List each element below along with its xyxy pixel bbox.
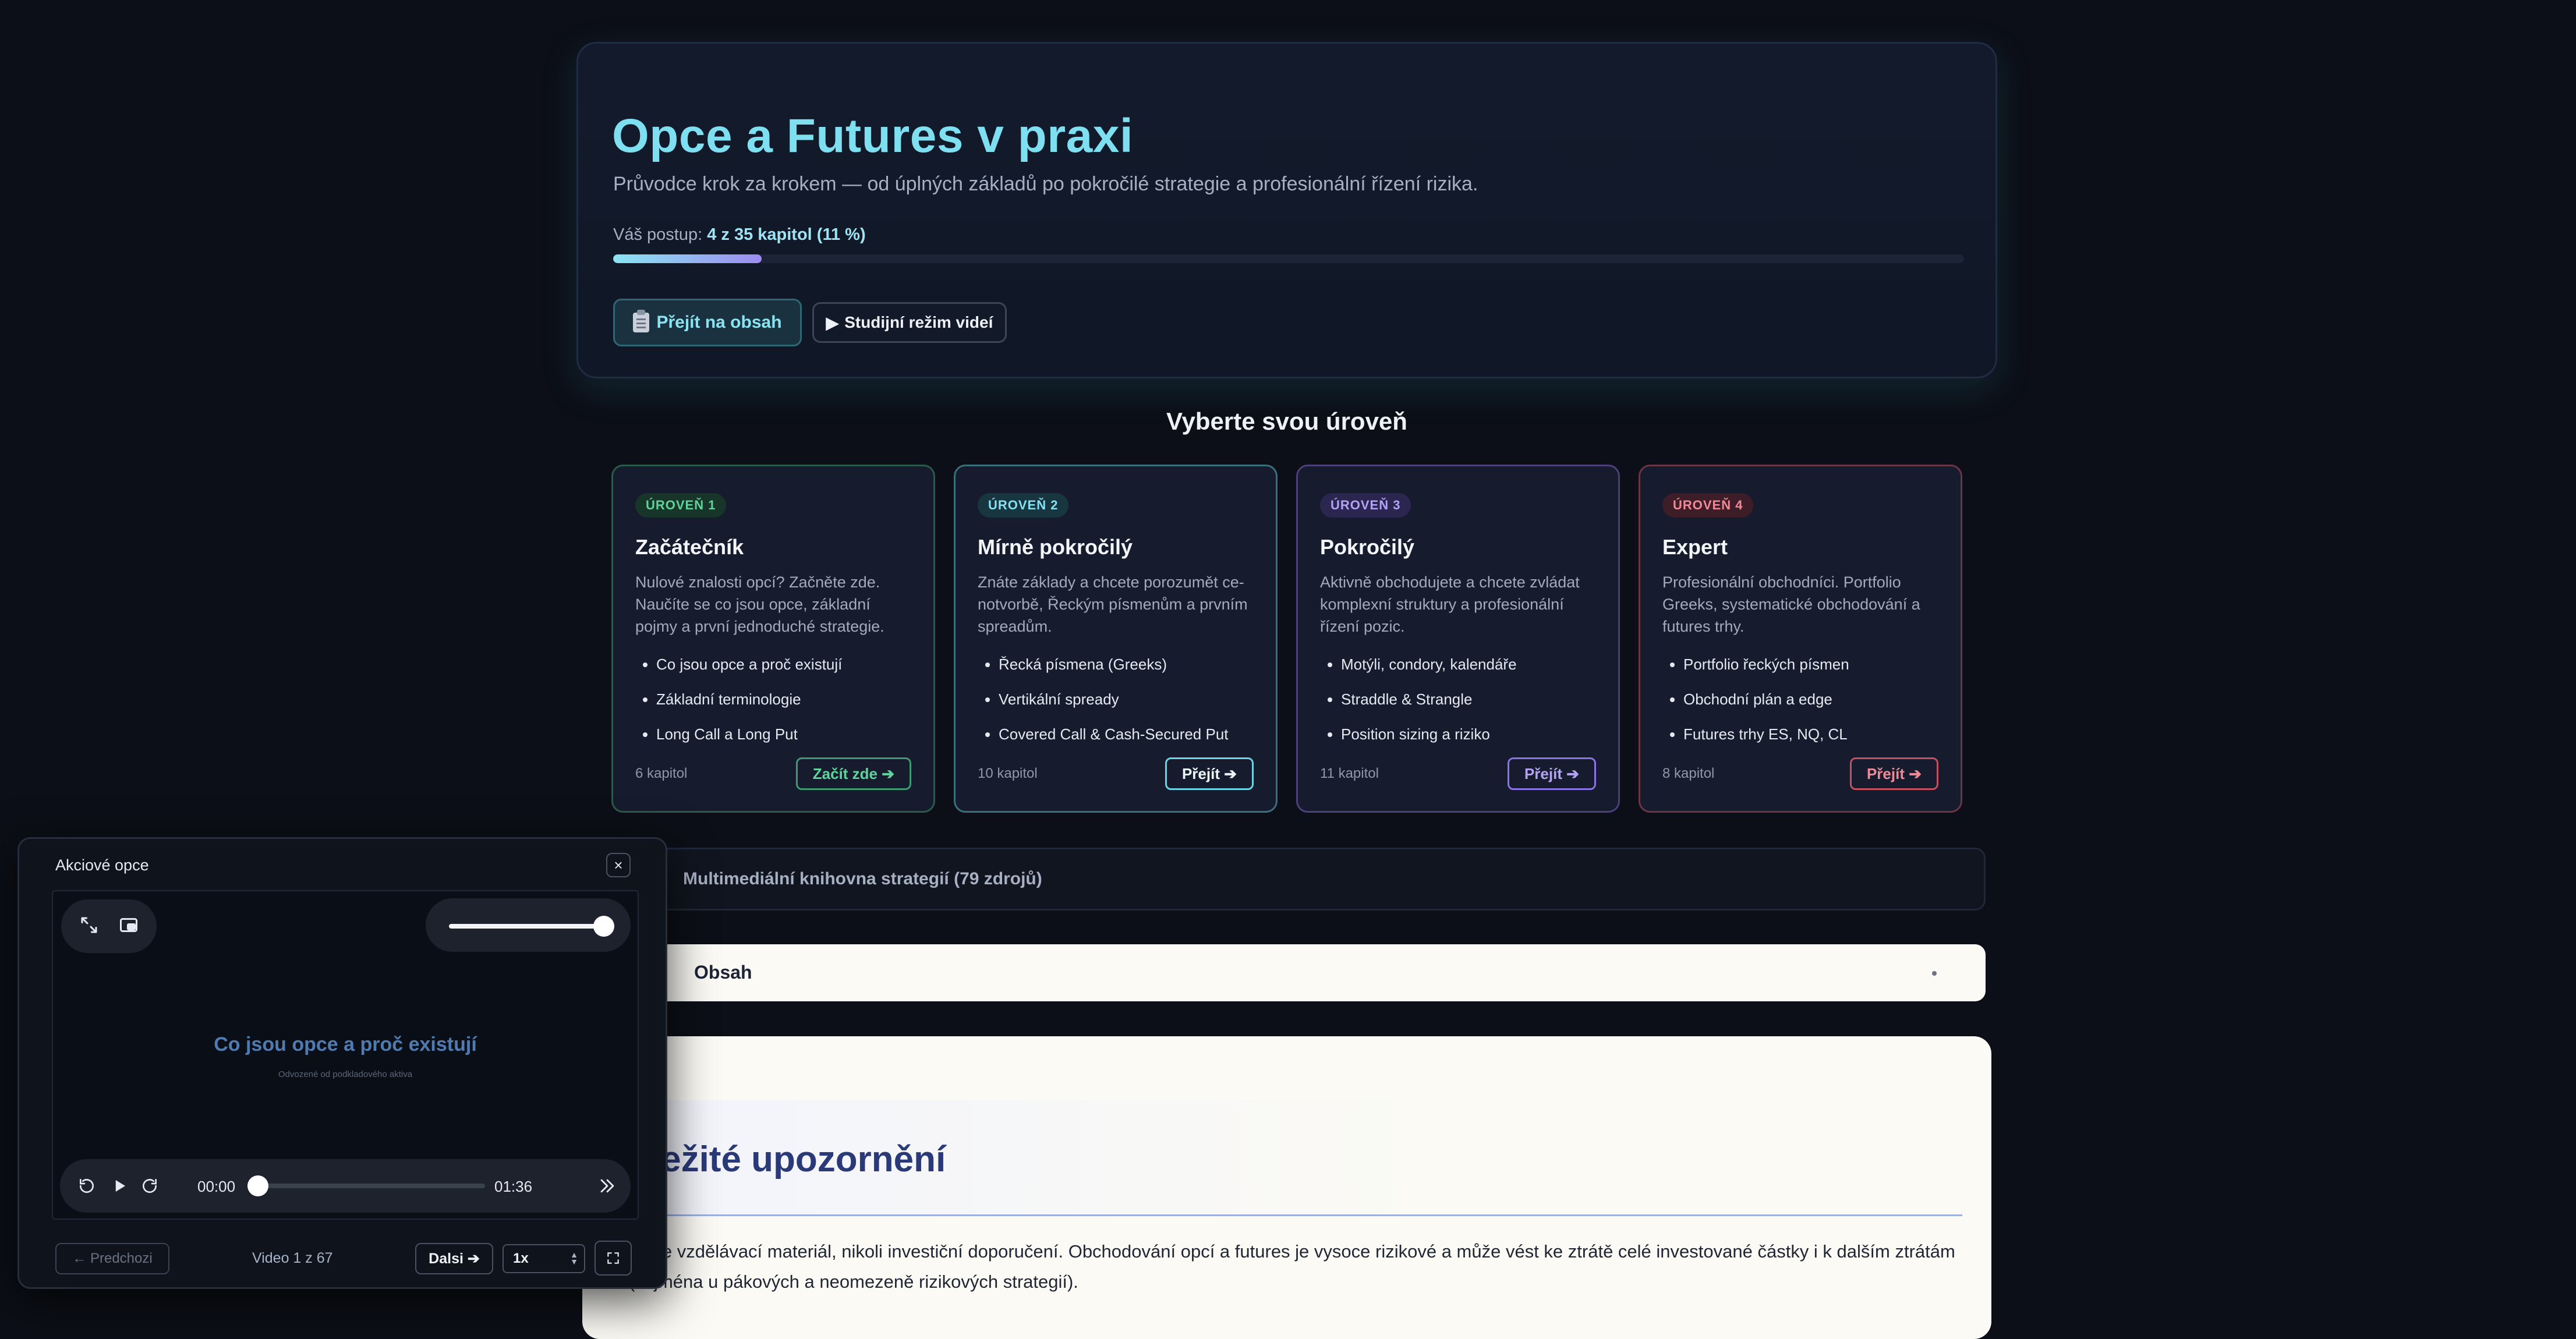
start-here-button[interactable]: Začít zde ➔ [795,757,911,790]
level-topics: Co jsou opce a proč existují Základní te… [635,654,842,759]
list-item: Straddle & Strangle [1341,689,1517,724]
list-item: Co jsou opce a proč existují [656,654,842,689]
video-slide-subtitle: Odvozené od podkladového aktiva [278,1069,413,1079]
level-badge: ÚROVEŇ 3 [1320,493,1411,518]
go-level-4-button[interactable]: Přejít ➔ [1849,757,1938,790]
play-icon: ▶ [826,313,839,332]
level-card-2: ÚROVEŇ 2 Mírně pokročilý Znáte základy a… [954,465,1278,813]
video-study-mode-button[interactable]: ▶ Studijní režim videí [812,302,1007,343]
level-title: Mírně pokročilý [978,535,1133,559]
clipboard-icon [633,310,650,332]
hero-subtitle: Průvodce krok za krokem — od úplných zák… [613,173,1478,195]
previous-video-button[interactable]: ← Predchozi [55,1243,169,1274]
level-title: Expert [1662,535,1728,559]
level-badge: ÚROVEŇ 4 [1662,493,1754,518]
volume-knob[interactable] [593,916,614,937]
level-title: Začátečník [635,535,744,559]
progress-bar [613,254,1964,263]
disclaimer-section: ůležité upozornění ext je vzdělávací mat… [582,1036,1991,1339]
playback-speed-select[interactable]: 1x ▲ ▼ [503,1244,585,1273]
total-time: 01:36 [494,1178,533,1195]
level-card-4: ÚROVEŇ 4 Expert Profesionální obchodníci… [1639,465,1962,813]
rewind-icon[interactable] [73,1172,101,1200]
forward-icon[interactable] [136,1172,164,1200]
expand-icon[interactable] [79,915,100,938]
go-to-contents-label: Přejít na obsah [656,313,782,332]
select-arrows-icon: ▲ ▼ [570,1250,578,1266]
list-item: Vertikální spready [999,689,1229,724]
playback-speed-value: 1x [513,1251,529,1266]
level-topics: Řecká písmena (Greeks) Vertikální spread… [978,654,1229,759]
fast-forward-icon[interactable] [593,1172,621,1200]
video-screen[interactable]: Co jsou opce a proč existují Odvozené od… [52,890,639,1220]
video-view-controls [61,899,157,953]
chevron-icon [1932,971,1937,976]
chapter-count: 6 kapitol [635,766,688,781]
level-title: Pokročilý [1320,535,1415,559]
list-item: Motýli, condory, kalendáře [1341,654,1517,689]
list-item: Futures trhy ES, NQ, CL [1683,724,1849,759]
list-item: Covered Call & Cash-Secured Put [999,724,1229,759]
fullscreen-button[interactable] [595,1241,632,1276]
list-item: Řecká písmena (Greeks) [999,654,1229,689]
level-topics: Motýli, condory, kalendáře Straddle & St… [1320,654,1517,759]
strategy-library-label: Multimediální knihovna strategií (79 zdr… [683,869,1042,888]
level-card-1: ÚROVEŇ 1 Začátečník Nulové znalosti opcí… [611,465,935,813]
current-time: 00:00 [197,1178,236,1195]
list-item: Portfolio řeckých písmen [1683,654,1849,689]
list-item: Základní terminologie [656,689,842,724]
disclaimer-text: ext je vzdělávací materiál, nikoli inves… [629,1241,1955,1292]
hero-panel: Opce a Futures v praxi Průvodce krok za … [576,42,1997,378]
level-description: Aktivně obchodujete a chcete zvládat kom… [1320,573,1580,635]
go-to-contents-button[interactable]: Přejít na obsah [613,299,802,346]
volume-slider[interactable] [426,898,631,952]
seek-knob[interactable] [247,1175,268,1196]
video-slide-title: Co jsou opce a proč existují [214,1033,477,1055]
level-description: Znáte základy a chcete porozumět ce­notv… [978,573,1248,635]
progress-label: Váš postup: 4 z 35 kapitol (11 %) [613,225,866,245]
fullscreen-icon [607,1252,619,1264]
video-counter: Video 1 z 67 [252,1250,333,1266]
level-card-3: ÚROVEŇ 3 Pokročilý Aktivně obchodujete a… [1296,465,1620,813]
chapter-count: 10 kapitol [978,766,1038,781]
list-item: Obchodní plán a edge [1683,689,1849,724]
table-of-contents-label: Obsah [694,962,752,983]
play-icon[interactable] [105,1172,133,1200]
table-of-contents-toggle[interactable]: Obsah [611,944,1986,1001]
next-video-button[interactable]: Dalsi ➔ [415,1243,493,1274]
volume-track [449,924,600,929]
video-controls-bar: 00:00 01:36 [60,1159,631,1213]
level-description: Profesionální obchodníci. Portfolio Gree… [1662,573,1920,635]
progress-value: 4 z 35 kapitol (11 %) [707,225,866,244]
level-topics: Portfolio řeckých písmen Obchodní plán a… [1662,654,1849,759]
go-level-3-button[interactable]: Přejít ➔ [1507,757,1596,790]
levels-heading: Vyberte svou úroveň [1166,408,1407,435]
progress-prefix: Váš postup: [613,225,703,244]
level-badge: ÚROVEŇ 1 [635,493,727,518]
go-level-2-button[interactable]: Přejít ➔ [1165,757,1254,790]
list-item: Position sizing a riziko [1341,724,1517,759]
video-panel-title: Akciové opce [55,856,149,874]
strategy-library-toggle[interactable]: Multimediální knihovna strategií (79 zdr… [611,848,1986,911]
video-player-panel: Akciové opce × Co jsou opce a proč exist… [17,837,667,1289]
level-description: Nulové znalosti opcí? Začněte zde. Naučí… [635,573,884,635]
picture-in-picture-icon[interactable] [118,915,139,938]
disclaimer-title: ůležité upozornění [629,1139,946,1179]
list-item: Long Call a Long Put [656,724,842,759]
chapter-count: 8 kapitol [1662,766,1715,781]
page-title: Opce a Futures v praxi [612,109,1134,162]
video-study-mode-label: Studijní režim videí [844,313,993,331]
chapter-count: 11 kapitol [1320,766,1379,781]
seek-bar[interactable] [252,1184,485,1188]
close-icon[interactable]: × [606,853,631,877]
level-badge: ÚROVEŇ 2 [978,493,1069,518]
progress-bar-fill [613,254,762,263]
